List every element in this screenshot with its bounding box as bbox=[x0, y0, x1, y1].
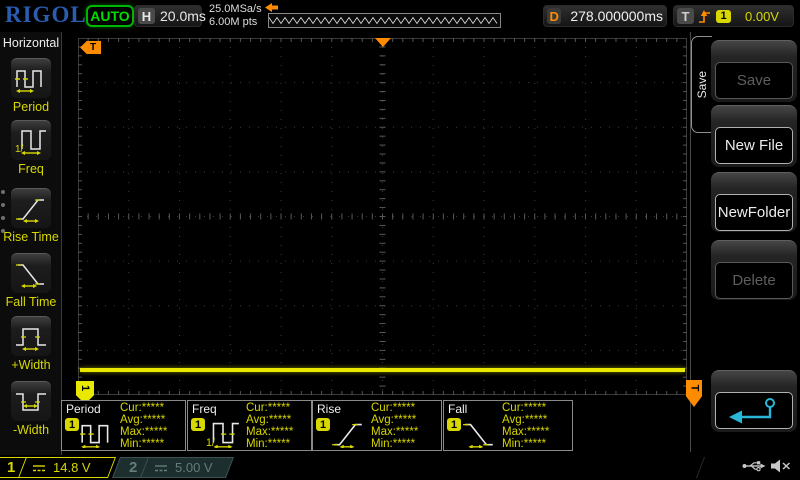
trigger-level-value: 0.00V bbox=[745, 8, 779, 24]
return-button[interactable] bbox=[711, 370, 797, 432]
menu-item-nwidth[interactable] bbox=[11, 381, 51, 421]
trigger-source-badge: 1 bbox=[716, 9, 731, 23]
freq-icon: 1/ bbox=[205, 416, 241, 448]
delete-button-label: Delete bbox=[715, 262, 793, 299]
preview-waveform-icon bbox=[269, 16, 498, 25]
new-file-button[interactable]: New File bbox=[711, 105, 797, 167]
measurement-channel-badge: 1 bbox=[191, 418, 205, 431]
fall-time-icon bbox=[16, 263, 44, 288]
measurement-name: Period bbox=[66, 402, 101, 416]
channel2-tab[interactable]: 2 5.00 V bbox=[111, 457, 235, 478]
horizontal-key-label: H bbox=[138, 8, 155, 24]
rise-time-icon bbox=[16, 198, 44, 223]
delay-key-label: D bbox=[547, 8, 562, 24]
dc-coupling-icon bbox=[153, 463, 169, 473]
trigger-box[interactable]: T 1 0.00V bbox=[673, 5, 794, 27]
menu-item-freq[interactable]: 1/ bbox=[11, 120, 51, 160]
new-folder-button[interactable]: NewFolder bbox=[711, 172, 797, 232]
period-icon bbox=[79, 416, 115, 448]
usb-icon bbox=[742, 459, 766, 473]
measurement-channel-badge: 1 bbox=[65, 418, 79, 431]
nwidth-icon bbox=[16, 392, 46, 411]
trigger-key-label: T bbox=[677, 8, 694, 24]
dc-coupling-icon bbox=[31, 463, 47, 473]
measurement-box-rise[interactable]: Rise 1 Cur:***** Avg:***** Max:***** Min… bbox=[312, 400, 442, 451]
measurement-name: Rise bbox=[317, 402, 342, 416]
measurement-channel-badge: 1 bbox=[447, 418, 461, 431]
menu-item-period-label[interactable]: Period bbox=[0, 100, 62, 114]
measurement-stats: Cur:***** Avg:***** Max:***** Min:***** bbox=[502, 402, 550, 451]
channel1-scale: 14.8 V bbox=[53, 460, 91, 475]
menu-item-pwidth[interactable] bbox=[11, 316, 51, 356]
run-status-badge[interactable]: AUTO bbox=[86, 5, 134, 27]
tab-divider bbox=[695, 457, 706, 478]
channel1-number: 1 bbox=[7, 459, 16, 476]
left-menu-title: Horizontal bbox=[2, 36, 60, 50]
freq-icon: 1/ bbox=[15, 129, 46, 155]
graticule-grid bbox=[78, 38, 687, 395]
left-measure-menu: Horizontal Period 1/ Freq Rise Time Fall… bbox=[0, 32, 62, 455]
trigger-position-marker-icon[interactable] bbox=[375, 38, 391, 47]
speaker-muted-icon bbox=[770, 458, 791, 474]
timebase-value: 20.0ms bbox=[160, 8, 206, 24]
save-menu-tab[interactable]: Save bbox=[691, 36, 712, 133]
waveform-display-area: T 1 T bbox=[76, 38, 702, 407]
measurement-box-fall[interactable]: Fall 1 Cur:***** Avg:***** Max:***** Min… bbox=[443, 400, 573, 451]
menu-item-nwidth-label[interactable]: -Width bbox=[0, 423, 62, 437]
channel1-waveform-trace bbox=[80, 368, 685, 372]
delete-button[interactable]: Delete bbox=[711, 240, 797, 300]
channel-status-bar: 1 14.8 V 2 5.00 V bbox=[0, 455, 800, 480]
new-file-button-label: New File bbox=[715, 127, 793, 164]
sample-rate: 25.0MSa/s bbox=[209, 3, 262, 15]
measurement-name: Fall bbox=[448, 402, 468, 416]
memory-depth: 6.00M pts bbox=[209, 16, 258, 28]
measurement-name: Freq bbox=[192, 402, 217, 416]
measurement-box-freq[interactable]: Freq 1 1/ Cur:***** Avg:***** Max:***** … bbox=[187, 400, 312, 451]
measurement-stats: Cur:***** Avg:***** Max:***** Min:***** bbox=[246, 402, 294, 451]
menu-item-period[interactable] bbox=[11, 58, 51, 98]
acquisition-info: 25.0MSa/s 6.00M pts bbox=[209, 3, 262, 29]
save-button[interactable]: Save bbox=[711, 40, 797, 102]
preview-trigger-arrow-icon bbox=[265, 3, 278, 12]
svg-text:1/: 1/ bbox=[206, 437, 215, 448]
period-icon bbox=[15, 69, 42, 93]
menu-item-pwidth-label[interactable]: +Width bbox=[0, 358, 62, 372]
delay-value: 278.000000ms bbox=[570, 8, 663, 24]
oscilloscope-screen: RIGOL AUTO H 20.0ms 25.0MSa/s 6.00M pts … bbox=[0, 0, 800, 480]
waveform-preview-bar[interactable] bbox=[268, 13, 501, 28]
menu-item-fall-time[interactable] bbox=[11, 253, 51, 293]
save-menu-tab-label: Save bbox=[695, 70, 709, 99]
brand-logo: RIGOL bbox=[5, 2, 87, 27]
menu-item-freq-label[interactable]: Freq bbox=[0, 162, 62, 176]
save-menu-panel: Save Save New File NewFolder Delete bbox=[690, 32, 800, 452]
fall-time-icon bbox=[461, 416, 497, 448]
pwidth-icon bbox=[16, 327, 46, 351]
channel2-number: 2 bbox=[129, 459, 138, 476]
measurement-stats: Cur:***** Avg:***** Max:***** Min:***** bbox=[120, 402, 168, 451]
channel2-scale: 5.00 V bbox=[175, 460, 213, 475]
measurement-stats: Cur:***** Avg:***** Max:***** Min:***** bbox=[371, 402, 419, 451]
save-button-label: Save bbox=[715, 62, 793, 99]
trigger-slope-icon bbox=[698, 8, 712, 25]
horizontal-timebase-box[interactable]: H 20.0ms bbox=[134, 5, 206, 27]
return-arrow-icon bbox=[729, 397, 775, 423]
menu-page-dots bbox=[1, 190, 6, 242]
channel1-tab[interactable]: 1 14.8 V bbox=[0, 457, 117, 478]
new-folder-button-label: NewFolder bbox=[715, 194, 793, 231]
measurement-channel-badge: 1 bbox=[316, 418, 330, 431]
rise-time-icon bbox=[330, 416, 366, 448]
menu-item-fall-time-label[interactable]: Fall Time bbox=[0, 295, 62, 309]
menu-item-rise-time-label[interactable]: Rise Time bbox=[0, 230, 62, 244]
measurement-box-period[interactable]: Period 1 Cur:***** Avg:***** Max:***** M… bbox=[61, 400, 186, 451]
menu-item-rise-time[interactable] bbox=[11, 188, 51, 228]
delay-box[interactable]: D 278.000000ms bbox=[543, 5, 667, 27]
